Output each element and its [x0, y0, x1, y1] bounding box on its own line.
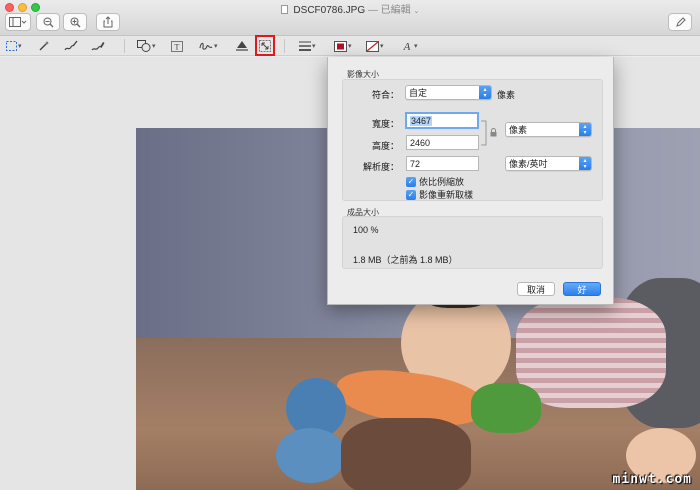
adjust-color-icon	[236, 41, 248, 51]
sign-icon	[199, 42, 213, 50]
instant-alpha-tool[interactable]	[38, 38, 50, 54]
zoom-in-button[interactable]	[63, 13, 87, 31]
zoom-out-button[interactable]	[36, 13, 60, 31]
document-icon	[280, 5, 288, 14]
pen-icon	[675, 16, 686, 27]
document-name: DSCF0786.JPG	[293, 5, 366, 16]
svg-text:A: A	[403, 41, 411, 52]
text-style-tool[interactable]: A ▾	[401, 38, 418, 54]
adjust-color-tool[interactable]	[235, 38, 249, 54]
checkmark-icon: ✓	[406, 189, 416, 200]
height-value: 2460	[410, 137, 431, 148]
text-style-icon: A	[403, 41, 411, 52]
sketch-tool[interactable]	[64, 38, 78, 54]
toolbar-separator	[124, 39, 125, 53]
popup-arrows-icon: ▴ ▾	[479, 86, 491, 99]
rectangular-selection-icon	[6, 41, 17, 51]
fit-popup[interactable]: 自定 ▴ ▾	[405, 85, 492, 100]
share-button[interactable]	[96, 13, 120, 31]
scale-proportionally-label: 依比例縮放	[419, 177, 465, 187]
watermark-logo: minwt.com	[612, 472, 692, 487]
instant-alpha-icon	[39, 41, 49, 51]
resolution-unit-popup[interactable]: 像素/英吋 ▴ ▾	[505, 156, 592, 171]
image-size-group: 符合： 自定 ▴ ▾ 像素 寬度： 3467 高度： 2460 像素 ▴ ▾ 解析度…	[342, 79, 603, 201]
draw-tool[interactable]	[91, 38, 105, 54]
sign-tool[interactable]: ▾	[199, 38, 218, 54]
adjust-size-tool[interactable]	[255, 35, 275, 56]
unit-popup[interactable]: 像素 ▴ ▾	[505, 122, 592, 137]
resample-image-label: 影像重新取樣	[419, 190, 474, 200]
unit-value: 像素	[509, 125, 528, 135]
shape-style-tool[interactable]: ▾	[299, 38, 316, 54]
zoom-in-icon	[70, 17, 80, 27]
ok-button[interactable]: 好	[563, 282, 601, 296]
share-icon	[103, 16, 113, 28]
cancel-button[interactable]: 取消	[517, 282, 555, 296]
fill-color-icon	[366, 40, 379, 52]
height-label: 高度：	[371, 141, 399, 151]
shape-style-icon	[299, 41, 311, 51]
fill-color-tool[interactable]: ▾	[366, 38, 384, 54]
height-field[interactable]: 2460	[406, 135, 479, 150]
scale-proportionally-checkbox[interactable]: ✓ 依比例縮放	[406, 175, 464, 188]
fit-unit: 像素	[497, 90, 516, 100]
markup-button[interactable]	[668, 13, 692, 31]
zoom-out-icon	[43, 17, 53, 27]
result-percent: 100 %	[353, 225, 379, 235]
sidebar-view-button[interactable]	[5, 13, 31, 31]
chevron-down-icon[interactable]: ⌄	[413, 8, 419, 15]
draw-icon	[91, 42, 105, 51]
fit-label: 符合：	[371, 90, 399, 100]
border-color-tool[interactable]: ▾	[334, 38, 352, 54]
markup-toolbar: ▾ ▾ T ▾ ▾ ▾ ▾ A ▾	[0, 35, 700, 56]
rectangular-selection-tool[interactable]: ▾	[6, 38, 22, 54]
resolution-field[interactable]: 72	[406, 156, 479, 171]
text-tool[interactable]: T	[171, 38, 183, 54]
width-value: 3467	[410, 115, 433, 126]
border-color-icon	[334, 40, 347, 52]
popup-arrows-icon: ▴ ▾	[579, 123, 591, 136]
image-size-dialog: 影像大小 符合： 自定 ▴ ▾ 像素 寬度： 3467 高度： 2460 像素 ▴…	[327, 57, 614, 305]
checkmark-icon: ✓	[406, 176, 416, 187]
shapes-icon	[137, 40, 151, 52]
resolution-value: 72	[410, 158, 421, 169]
shapes-tool[interactable]: ▾	[137, 38, 156, 54]
resample-image-checkbox[interactable]: ✓ 影像重新取樣	[406, 188, 473, 201]
adjust-size-icon	[259, 39, 271, 52]
svg-text:T: T	[175, 42, 180, 51]
width-label: 寬度：	[371, 119, 399, 129]
title-bar: DSCF0786.JPG — 已編輯 ⌄	[0, 0, 700, 36]
sketch-icon	[64, 40, 78, 51]
result-size-group: 100 % 1.8 MB（之前為 1.8 MB）	[342, 216, 603, 269]
fit-value: 自定	[409, 88, 428, 98]
toolbar-separator	[284, 39, 285, 53]
popup-arrows-icon: ▴ ▾	[579, 157, 591, 170]
width-field[interactable]: 3467	[405, 112, 479, 129]
text-icon: T	[171, 40, 183, 52]
result-file-size: 1.8 MB（之前為 1.8 MB）	[353, 255, 458, 265]
sidebar-icon	[9, 17, 27, 27]
document-status: — 已編輯	[367, 5, 411, 16]
lock-icon[interactable]	[490, 128, 497, 137]
resolution-unit-value: 像素/英吋	[509, 159, 548, 169]
resolution-label: 解析度：	[362, 162, 399, 172]
